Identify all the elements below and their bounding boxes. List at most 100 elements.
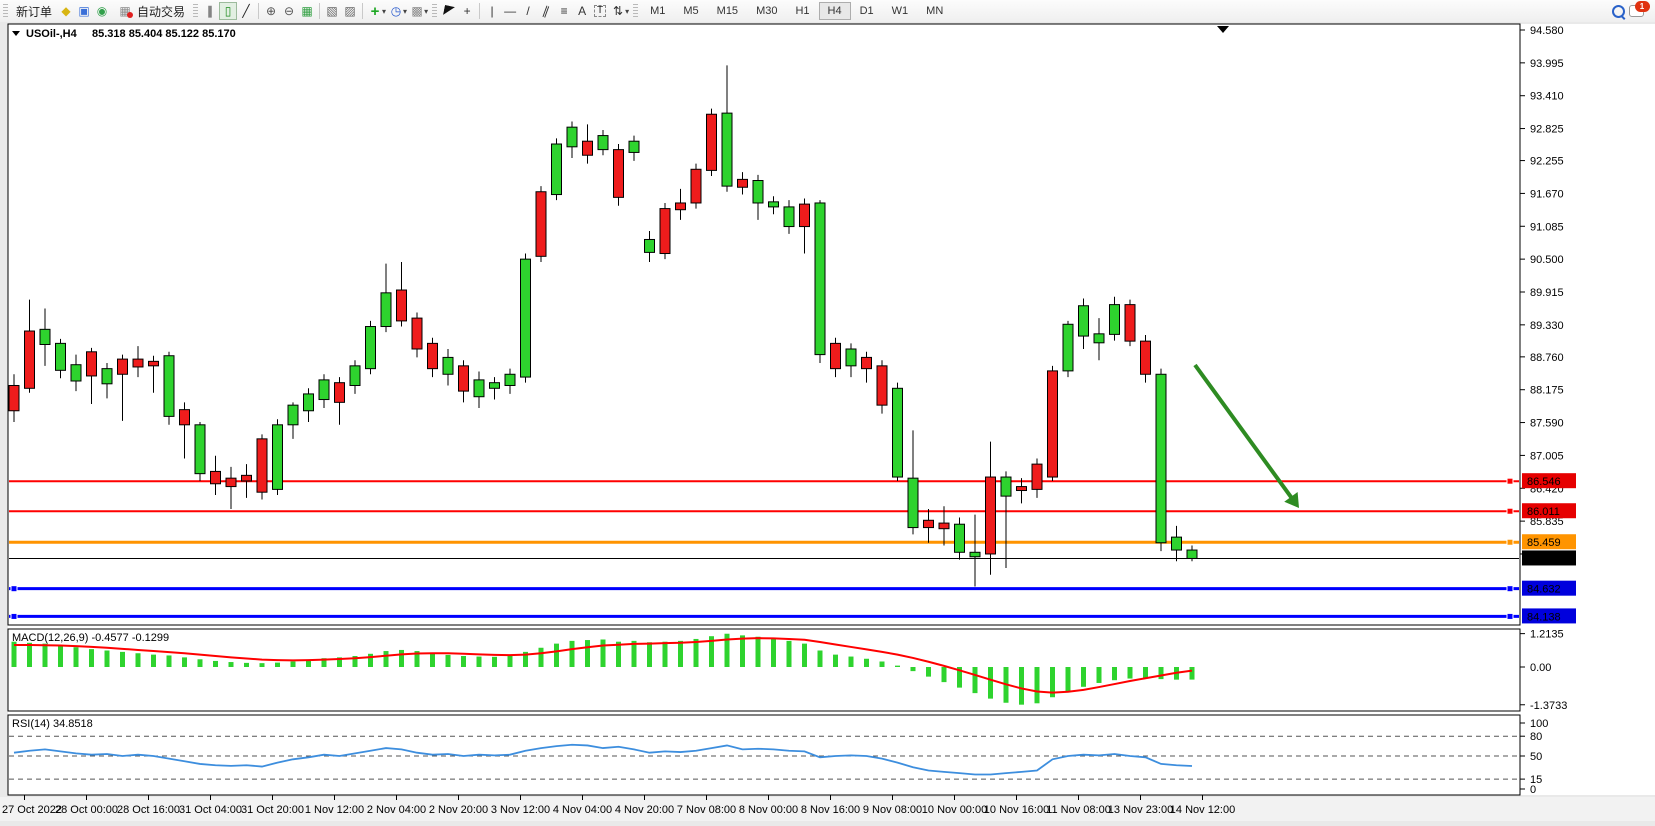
auto-trading-button[interactable]: ▦自动交易 — [111, 1, 190, 21]
arrows-icon[interactable]: ⇅ — [609, 2, 627, 20]
price-tick-label: 92.255 — [1530, 156, 1564, 168]
indicators-icon[interactable]: + — [366, 2, 384, 20]
candle-body — [707, 114, 717, 170]
timeframe-button-m5[interactable]: M5 — [674, 2, 707, 20]
chart-window[interactable]: 94.58093.99593.41092.82592.25591.67091.0… — [0, 22, 1655, 821]
chat-icon[interactable]: 1 — [1627, 2, 1645, 20]
cursor-icon[interactable] — [440, 2, 458, 20]
line-handle[interactable] — [1507, 508, 1513, 514]
price-badge-label: 86.546 — [1527, 476, 1561, 488]
toolbar-separator — [319, 3, 320, 19]
price-tick-label: 91.670 — [1530, 188, 1564, 200]
timeframe-button-h1[interactable]: H1 — [786, 2, 818, 20]
horizontal-line-icon[interactable]: — — [501, 2, 519, 20]
toolbar-separator — [362, 3, 363, 19]
candle-body — [397, 290, 407, 321]
candle-body — [381, 293, 391, 327]
timeframe-button-mn[interactable]: MN — [917, 2, 952, 20]
rsi-axis-label: 50 — [1530, 751, 1542, 763]
rsi-axis-label: 80 — [1530, 731, 1542, 743]
candle-body — [1032, 464, 1042, 489]
candle-body — [1017, 487, 1027, 491]
line-handle[interactable] — [1507, 613, 1513, 619]
candlestick-chart-icon[interactable]: ▯ — [219, 2, 237, 20]
timeframe-button-w1[interactable]: W1 — [883, 2, 918, 20]
text-icon[interactable]: A — [573, 2, 591, 20]
candle-body — [1048, 371, 1058, 477]
notepad-icon[interactable]: ◆ — [57, 2, 75, 20]
new-order-button[interactable]: 新订单 — [11, 1, 57, 21]
time-tick-label: 9 Nov 08:00 — [863, 804, 922, 816]
price-chart[interactable]: 94.58093.99593.41092.82592.25591.67091.0… — [0, 22, 1655, 821]
notification-badge: 1 — [1635, 1, 1650, 12]
templates-icon[interactable]: ▩ — [408, 2, 426, 20]
candle-body — [40, 329, 50, 344]
crosshair-icon[interactable]: + — [458, 2, 476, 20]
candle-body — [614, 150, 624, 198]
price-tick-label: 88.175 — [1530, 385, 1564, 397]
candle-body — [784, 207, 794, 227]
candle-body — [955, 524, 965, 552]
candle-body — [831, 343, 841, 368]
candle-body — [242, 475, 252, 481]
price-tick-label: 91.085 — [1530, 221, 1564, 233]
candle-body — [1141, 341, 1151, 374]
candle-body — [738, 179, 748, 187]
candle-body — [1110, 305, 1120, 335]
price-badge-label: 85.459 — [1527, 537, 1561, 549]
price-tick-label: 93.410 — [1530, 91, 1564, 103]
price-badge-label: 84.138 — [1527, 611, 1561, 623]
zoom-in-icon[interactable]: ⊕ — [262, 2, 280, 20]
shift-chart-icon[interactable]: ▨ — [341, 2, 359, 20]
periods-icon[interactable]: ◷ — [387, 2, 405, 20]
candle-body — [552, 144, 562, 195]
candle-body — [9, 385, 19, 410]
candle-body — [1079, 306, 1089, 336]
candle-body — [815, 203, 825, 355]
candle-body — [1001, 477, 1011, 496]
timeframe-button-m15[interactable]: M15 — [708, 2, 747, 20]
candle-body — [986, 477, 996, 554]
candle-body — [924, 520, 934, 527]
candle-body — [1172, 537, 1182, 550]
line-handle[interactable] — [11, 586, 17, 592]
timeframe-button-d1[interactable]: D1 — [851, 2, 883, 20]
profiles-icon[interactable]: ▧ — [323, 2, 341, 20]
signal-icon[interactable]: ◉ — [93, 2, 111, 20]
candle-body — [846, 349, 856, 366]
candle-body — [1063, 324, 1073, 371]
line-handle[interactable] — [1507, 539, 1513, 545]
time-tick-label: 10 Nov 00:00 — [922, 804, 987, 816]
line-handle[interactable] — [1507, 586, 1513, 592]
time-tick-label: 4 Nov 20:00 — [615, 804, 674, 816]
candle-body — [56, 343, 66, 370]
candle-body — [335, 383, 345, 403]
time-tick-label: 7 Nov 08:00 — [677, 804, 736, 816]
fibonacci-icon[interactable]: ≡ — [555, 2, 573, 20]
candle-body — [1094, 334, 1104, 343]
candle-body — [769, 202, 779, 207]
trendline-icon[interactable]: / — [519, 2, 537, 20]
candle-body — [753, 181, 763, 203]
tile-windows-icon[interactable]: ▦ — [298, 2, 316, 20]
candle-body — [939, 523, 949, 529]
zoom-out-icon[interactable]: ⊖ — [280, 2, 298, 20]
text-label-icon[interactable]: T — [591, 2, 609, 20]
timeframe-button-m30[interactable]: M30 — [747, 2, 786, 20]
timeframe-button-h4[interactable]: H4 — [819, 2, 851, 20]
time-tick-label: 11 Nov 08:00 — [1046, 804, 1111, 816]
line-chart-icon[interactable]: ╱ — [237, 2, 255, 20]
price-badge-label: 85.170 — [1527, 553, 1561, 565]
terminal-icon[interactable]: ▣ — [75, 2, 93, 20]
candle-body — [273, 425, 283, 490]
toolbar-grip — [3, 4, 8, 18]
bar-chart-icon[interactable]: ∥ — [201, 2, 219, 20]
vertical-line-icon[interactable]: | — [483, 2, 501, 20]
timeframe-button-m1[interactable]: M1 — [641, 2, 674, 20]
line-handle[interactable] — [11, 613, 17, 619]
candle-body — [459, 366, 469, 391]
search-icon[interactable] — [1609, 2, 1627, 20]
candle-body — [366, 327, 376, 369]
line-handle[interactable] — [1507, 478, 1513, 484]
time-tick-label: 14 Nov 12:00 — [1170, 804, 1235, 816]
